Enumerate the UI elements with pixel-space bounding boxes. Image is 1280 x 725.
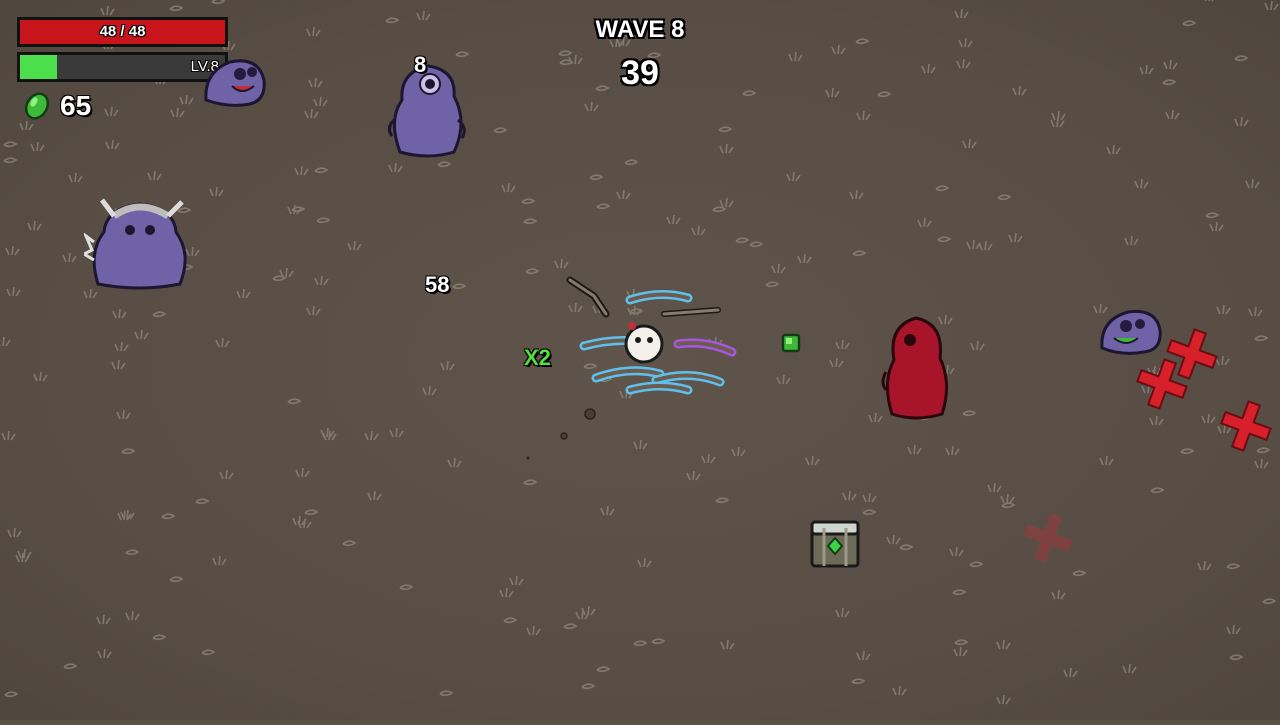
red-alien-enemy <box>881 316 948 420</box>
player-character <box>566 276 737 395</box>
spawn-marker-icon <box>1023 513 1073 563</box>
material-count: 65 <box>60 90 92 121</box>
spawn-marker-icon <box>1136 358 1188 410</box>
wave-timer: 39 <box>621 54 659 92</box>
loot-crate-icon <box>810 520 860 568</box>
purple-baby-alien-enemy <box>204 59 266 107</box>
purple-baby-alien-enemy <box>1100 309 1162 355</box>
damage-number: 8 <box>414 52 427 77</box>
debris <box>526 408 596 460</box>
damage-number: 58 <box>425 272 450 297</box>
material-drop-icon <box>781 333 801 353</box>
material-icon <box>24 92 50 120</box>
wave-title: WAVE 8 <box>595 16 685 43</box>
horned-purple-alien-enemy <box>84 198 187 290</box>
spawn-marker-icon <box>1220 400 1272 452</box>
pickup-multiplier-text: X2 <box>524 345 551 370</box>
materials-counter: 65 <box>22 90 91 122</box>
